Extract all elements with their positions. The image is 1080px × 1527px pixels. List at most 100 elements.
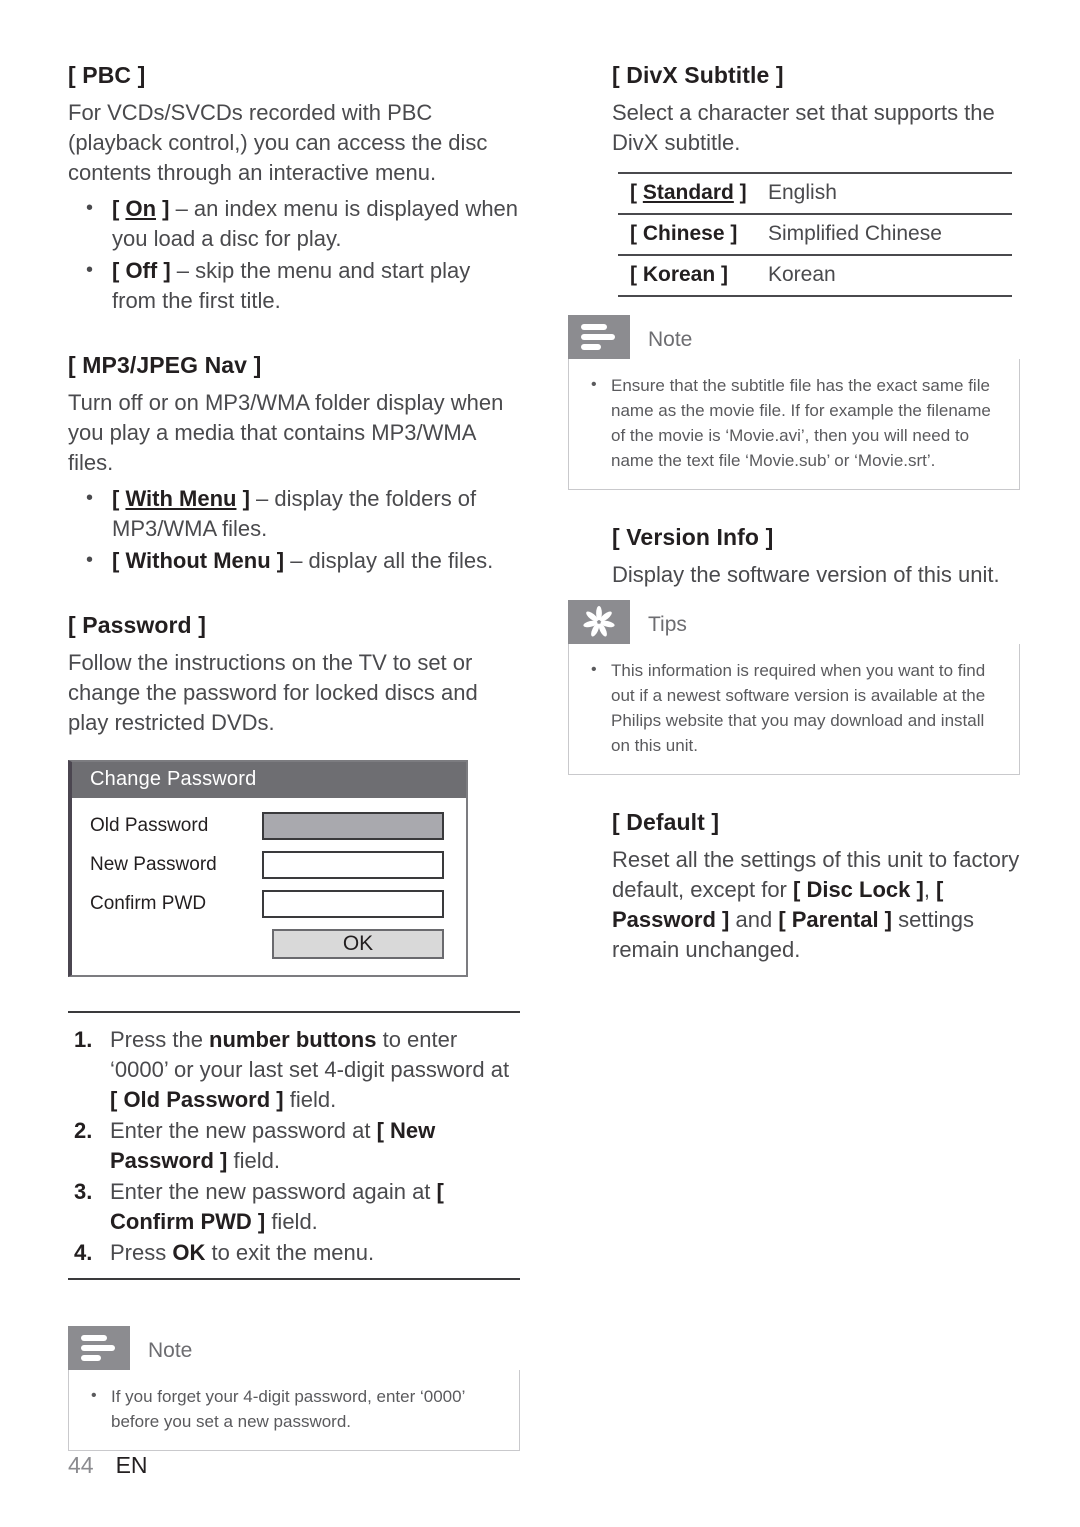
- version-info-block: [ Version Info ] Display the software ve…: [568, 524, 1020, 590]
- pbc-option-key-off: [ Off ]: [112, 258, 171, 283]
- step-text: Enter the new password at [ New Password…: [110, 1118, 436, 1173]
- callout-list: If you forget your 4-digit password, ent…: [85, 1383, 503, 1434]
- list-item: 1. Press the number buttons to enter ‘00…: [68, 1025, 520, 1115]
- callout-label: Tips: [648, 613, 687, 636]
- steps-top-divider: [68, 1011, 520, 1013]
- section-heading-version-info: [ Version Info ]: [612, 524, 774, 550]
- table-cell-key: [ Chinese ]: [618, 214, 768, 256]
- mp3jpeg-option-key-with-menu: [ With Menu ]: [112, 486, 250, 511]
- note-callout-divx: Note Ensure that the subtitle file has t…: [568, 315, 1020, 490]
- table-row: [ Chinese ] Simplified Chinese: [618, 214, 1012, 256]
- default-description: Reset all the settings of this unit to f…: [612, 847, 1020, 962]
- list-item: 4. Press OK to exit the menu.: [68, 1238, 520, 1268]
- mp3jpeg-option-key-without-menu: [ Without Menu ]: [112, 548, 285, 573]
- dialog-row-confirm-pwd: Confirm PWD: [90, 890, 444, 918]
- underline-text: Standard: [642, 181, 734, 204]
- note-lines-icon: [68, 1326, 130, 1370]
- list-item: [ On ] – an index menu is displayed when…: [68, 193, 520, 254]
- section-heading-pbc: [ PBC ]: [68, 62, 146, 88]
- step-number: 3.: [74, 1179, 93, 1204]
- confirm-pwd-input[interactable]: [262, 890, 444, 918]
- default-block: [ Default ] Reset all the settings of th…: [568, 809, 1020, 965]
- list-item: Ensure that the subtitle file has the ex…: [585, 372, 1003, 473]
- callout-content: Ensure that the subtitle file has the ex…: [568, 359, 1020, 490]
- callout-content: If you forget your 4-digit password, ent…: [68, 1370, 520, 1451]
- underline-text: [ On ]: [112, 196, 170, 221]
- pbc-option-text-on: – an index menu is displayed when you lo…: [112, 196, 519, 251]
- confirm-pwd-label: Confirm PWD: [90, 893, 207, 914]
- table-cell-key: [ Standard ]: [618, 172, 768, 215]
- table-row: [ Korean ] Korean: [618, 255, 1012, 297]
- table-cell-value: English: [768, 172, 1012, 215]
- change-password-dialog: Change Password Old Password New Passwor…: [68, 760, 468, 977]
- divx-subtitle-description: Select a character set that supports the…: [612, 100, 995, 155]
- step-number: 1.: [74, 1027, 93, 1052]
- table-cell-key: [ Korean ]: [618, 255, 768, 297]
- ok-button[interactable]: OK: [272, 929, 444, 959]
- list-item: [ Without Menu ] – display all the files…: [68, 545, 520, 576]
- step-text: Press the number buttons to enter ‘0000’…: [110, 1027, 510, 1112]
- section-heading-divx-subtitle: [ DivX Subtitle ]: [612, 62, 784, 88]
- dialog-body: Old Password New Password Confirm PWD OK: [72, 798, 466, 975]
- callout-list: This information is required when you wa…: [585, 657, 1003, 758]
- old-password-label: Old Password: [90, 815, 209, 836]
- asterisk-burst-icon: [568, 600, 630, 644]
- language-code: EN: [115, 1452, 148, 1478]
- new-password-input[interactable]: [262, 851, 444, 879]
- steps-bottom-divider: [68, 1278, 520, 1280]
- table-row: [ Standard ] English: [618, 172, 1012, 215]
- section-heading-mp3jpeg: [ MP3/JPEG Nav ]: [68, 352, 262, 378]
- list-item: 3. Enter the new password again at [ Con…: [68, 1177, 520, 1237]
- pbc-option-list: [ On ] – an index menu is displayed when…: [68, 193, 520, 316]
- callout-header: Tips: [568, 600, 1020, 644]
- page-number: 44: [68, 1452, 94, 1478]
- step-number: 2.: [74, 1118, 93, 1143]
- step-text: Enter the new password again at [ Confir…: [110, 1179, 444, 1234]
- mp3jpeg-option-text-without-menu: – display all the files.: [284, 548, 494, 573]
- new-password-label: New Password: [90, 854, 217, 875]
- note-callout-password: Note If you forget your 4-digit password…: [68, 1326, 520, 1451]
- password-description: Follow the instructions on the TV to set…: [68, 650, 478, 735]
- pbc-description: For VCDs/SVCDs recorded with PBC (playba…: [68, 100, 488, 185]
- table-cell-value: Korean: [768, 255, 1012, 297]
- callout-header: Note: [68, 1326, 520, 1370]
- divx-charset-table: [ Standard ] English [ Chinese ] Simplif…: [618, 172, 1012, 297]
- step-number: 4.: [74, 1240, 93, 1265]
- callout-content: This information is required when you wa…: [568, 644, 1020, 775]
- left-column: [ PBC ] For VCDs/SVCDs recorded with PBC…: [68, 62, 520, 1451]
- note-lines-glyph: [581, 324, 617, 350]
- list-item: [ Off ] – skip the menu and start play f…: [68, 255, 520, 316]
- callout-header: Note: [568, 315, 1020, 359]
- old-password-input[interactable]: [262, 812, 444, 840]
- callout-label: Note: [648, 328, 693, 351]
- manual-page: [ PBC ] For VCDs/SVCDs recorded with PBC…: [0, 0, 1080, 1527]
- dialog-row-new-password: New Password: [90, 851, 444, 879]
- note-lines-glyph: [81, 1335, 117, 1361]
- section-heading-password: [ Password ]: [68, 612, 206, 638]
- list-item: 2. Enter the new password at [ New Passw…: [68, 1116, 520, 1176]
- list-item: This information is required when you wa…: [585, 657, 1003, 758]
- page-footer: 44 EN: [68, 1452, 148, 1479]
- pbc-option-key-on: [ On ]: [112, 196, 169, 221]
- list-item: If you forget your 4-digit password, ent…: [85, 1383, 503, 1434]
- dialog-title: Change Password: [72, 762, 466, 798]
- note-lines-icon: [568, 315, 630, 359]
- mp3jpeg-description: Turn off or on MP3/WMA folder display wh…: [68, 390, 504, 475]
- change-password-dialog-figure: Change Password Old Password New Passwor…: [68, 760, 468, 977]
- callout-list: Ensure that the subtitle file has the ex…: [585, 372, 1003, 473]
- password-steps-list: 1. Press the number buttons to enter ‘00…: [68, 1025, 520, 1268]
- mp3jpeg-option-list: [ With Menu ] – display the folders of M…: [68, 483, 520, 576]
- dialog-action-row: OK: [90, 929, 444, 959]
- divx-subtitle-block: [ DivX Subtitle ] Select a character set…: [568, 62, 1020, 158]
- table-cell-value: Simplified Chinese: [768, 214, 1012, 256]
- version-info-description: Display the software version of this uni…: [612, 562, 1000, 587]
- section-heading-default: [ Default ]: [612, 809, 720, 835]
- underline-text: [ With Menu ]: [112, 486, 250, 511]
- right-column: [ DivX Subtitle ] Select a character set…: [568, 62, 1020, 965]
- list-item: [ With Menu ] – display the folders of M…: [68, 483, 520, 544]
